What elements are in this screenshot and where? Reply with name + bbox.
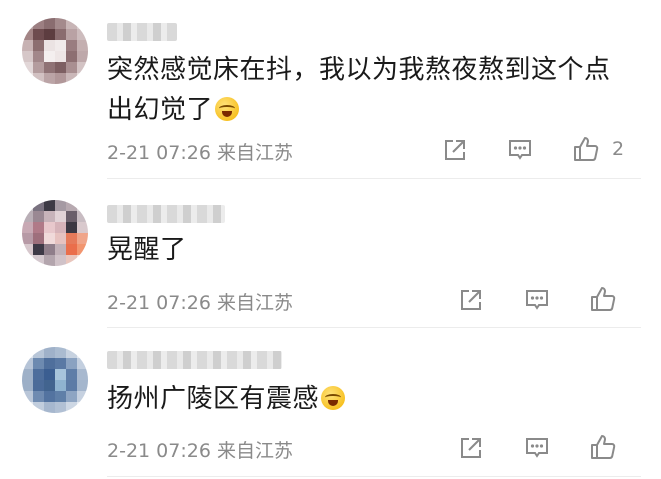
comment-icon [509, 140, 531, 160]
username-blurred[interactable] [107, 205, 225, 223]
comment-text-line: 出幻觉了 [107, 90, 627, 130]
share-icon [461, 438, 481, 458]
avatar[interactable] [22, 347, 88, 413]
share-icon [445, 140, 465, 160]
thumbs-up-icon [574, 137, 599, 161]
comment-text: 扬州广陵区有震感 [107, 379, 627, 419]
comment-text: 突然感觉床在抖，我以为我熬夜熬到这个点 出幻觉了 [107, 50, 627, 130]
thumbs-up-icon [591, 435, 616, 459]
comment-icon [526, 290, 548, 310]
comment-meta: 2-21 07:26 来自江苏 [107, 292, 293, 314]
comment-icon [526, 438, 548, 458]
share-button[interactable] [442, 137, 468, 163]
laugh-cry-emoji-icon [321, 386, 346, 410]
comment-button[interactable] [507, 137, 533, 163]
thumbs-up-icon [591, 287, 616, 311]
comment-meta: 2-21 07:26 来自江苏 [107, 440, 293, 462]
share-button[interactable] [458, 435, 484, 461]
like-button[interactable] [589, 433, 617, 461]
comment-text-line: 扬州广陵区有震感 [107, 379, 627, 419]
comment-text: 晃醒了 [107, 230, 627, 270]
comment-button[interactable] [524, 435, 550, 461]
like-count: 2 [612, 138, 625, 160]
comment-text-line: 晃醒了 [107, 235, 187, 265]
share-button[interactable] [458, 287, 484, 313]
comment-meta: 2-21 07:26 来自江苏 [107, 142, 293, 164]
share-icon [461, 290, 481, 310]
comment-text-line: 突然感觉床在抖，我以为我熬夜熬到这个点 [107, 55, 611, 85]
like-button[interactable]: 2 [572, 135, 624, 163]
username-blurred[interactable] [107, 351, 282, 369]
divider [107, 476, 641, 477]
avatar[interactable] [22, 18, 88, 84]
divider [107, 327, 641, 328]
comment-button[interactable] [524, 287, 550, 313]
username-blurred[interactable] [107, 23, 177, 41]
laugh-cry-emoji-icon [215, 97, 240, 121]
like-button[interactable] [589, 285, 617, 313]
divider [107, 178, 641, 179]
avatar[interactable] [22, 200, 88, 266]
